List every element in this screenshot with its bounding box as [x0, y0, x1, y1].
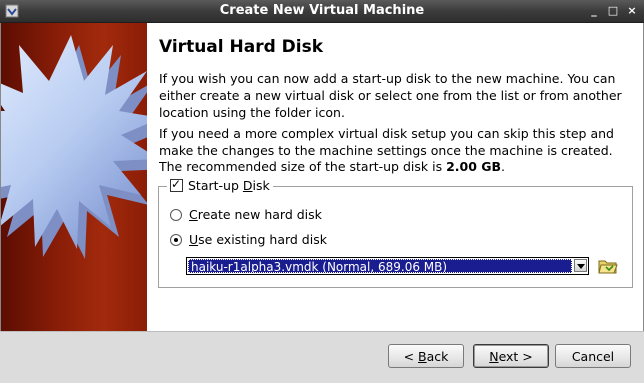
existing-disk-combobox[interactable]: haiku-r1alpha3.vmdk (Normal, 689.06 MB)	[186, 257, 589, 275]
startup-disk-group: ✓ Start-up Disk Create new hard disk Use…	[158, 177, 633, 288]
intro-paragraph: If you wish you can now add a start-up d…	[159, 70, 629, 121]
startup-disk-checkbox-row[interactable]: ✓ Start-up Disk	[167, 177, 273, 193]
maximize-button[interactable]: □	[607, 4, 619, 18]
startup-disk-label-accel: D	[242, 178, 253, 193]
back-rest: ack	[426, 348, 449, 364]
next-rest: ext >	[498, 348, 533, 364]
checkmark-icon: ✓	[171, 177, 182, 191]
minimize-button[interactable]: _	[588, 4, 600, 18]
recommended-size-text: The recommended size of the start-up dis…	[159, 158, 629, 175]
advanced-line: make the changes to the machine settings…	[159, 143, 613, 158]
recommended-prefix: The recommended size of the start-up dis…	[159, 159, 447, 174]
page-title: Virtual Hard Disk	[159, 37, 324, 57]
create-rest: reate new hard disk	[197, 207, 322, 222]
next-button[interactable]: Next >	[473, 344, 549, 368]
back-pre: <	[403, 348, 419, 364]
startup-disk-label-pre: Start-up	[188, 178, 243, 193]
intro-line: either create a new virtual disk or sele…	[159, 88, 622, 103]
next-accel: N	[489, 348, 499, 364]
window-title: Create New Virtual Machine	[219, 3, 425, 18]
selected-disk-value[interactable]: haiku-r1alpha3.vmdk (Normal, 689.06 MB)	[188, 259, 572, 273]
wizard-banner	[1, 23, 147, 331]
wizard-button-bar: < Back Next > Cancel	[0, 331, 644, 383]
existing-accel: U	[189, 232, 199, 247]
create-new-disk-radio[interactable]	[170, 208, 182, 221]
back-accel: B	[418, 348, 427, 364]
existing-rest: se existing hard disk	[198, 232, 327, 247]
advanced-paragraph: If you need a more complex virtual disk …	[159, 125, 629, 159]
recommended-suffix: .	[501, 159, 506, 174]
folder-open-icon[interactable]	[597, 256, 619, 276]
starburst-graphic	[1, 35, 147, 259]
wizard-page: Virtual Hard Disk If you wish you can no…	[147, 23, 643, 331]
create-new-disk-option[interactable]: Create new hard disk	[170, 207, 322, 222]
use-existing-disk-radio[interactable]	[170, 233, 182, 246]
startup-disk-label-post: isk	[252, 178, 270, 193]
use-existing-disk-label[interactable]: Use existing hard disk	[189, 232, 327, 247]
cancel-button[interactable]: Cancel	[555, 344, 631, 368]
create-accel: C	[189, 207, 198, 222]
startup-disk-label[interactable]: Start-up Disk	[188, 178, 270, 193]
advanced-line: If you need a more complex virtual disk …	[159, 126, 614, 141]
use-existing-disk-option[interactable]: Use existing hard disk	[170, 232, 327, 247]
recommended-size-value: 2.00 GB	[446, 159, 502, 174]
intro-line: location using the folder icon.	[159, 105, 345, 120]
chevron-down-icon[interactable]	[574, 259, 587, 272]
title-bar[interactable]: Create New Virtual Machine _ □ ×	[0, 0, 644, 23]
back-button[interactable]: < Back	[388, 344, 464, 368]
intro-line: If you wish you can now add a start-up d…	[159, 71, 616, 86]
startup-disk-checkbox[interactable]: ✓	[170, 177, 183, 192]
close-button[interactable]: ×	[626, 4, 638, 18]
create-new-disk-label[interactable]: Create new hard disk	[189, 207, 322, 222]
